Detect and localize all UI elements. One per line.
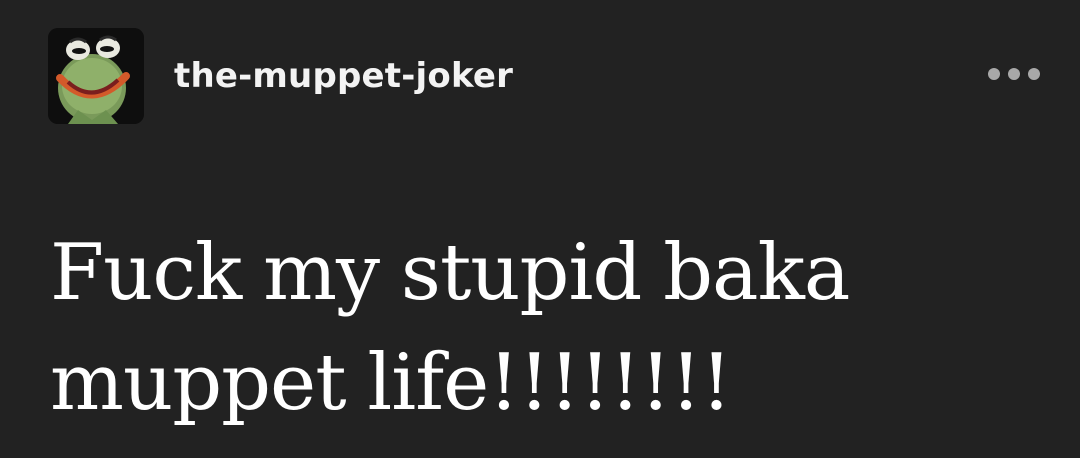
more-options-icon bbox=[988, 68, 1000, 80]
username[interactable]: the-muppet-joker bbox=[174, 56, 513, 96]
post-header: the-muppet-joker bbox=[48, 28, 1040, 124]
more-options-icon-dot bbox=[1028, 68, 1040, 80]
avatar[interactable] bbox=[48, 28, 144, 124]
post-body-text: Fuck my stupid baka muppet life!!!!!!!! bbox=[50, 228, 850, 428]
more-options-icon-dot bbox=[1008, 68, 1020, 80]
more-options-button[interactable] bbox=[988, 62, 1040, 86]
kermit-joker-avatar-icon bbox=[48, 28, 144, 124]
